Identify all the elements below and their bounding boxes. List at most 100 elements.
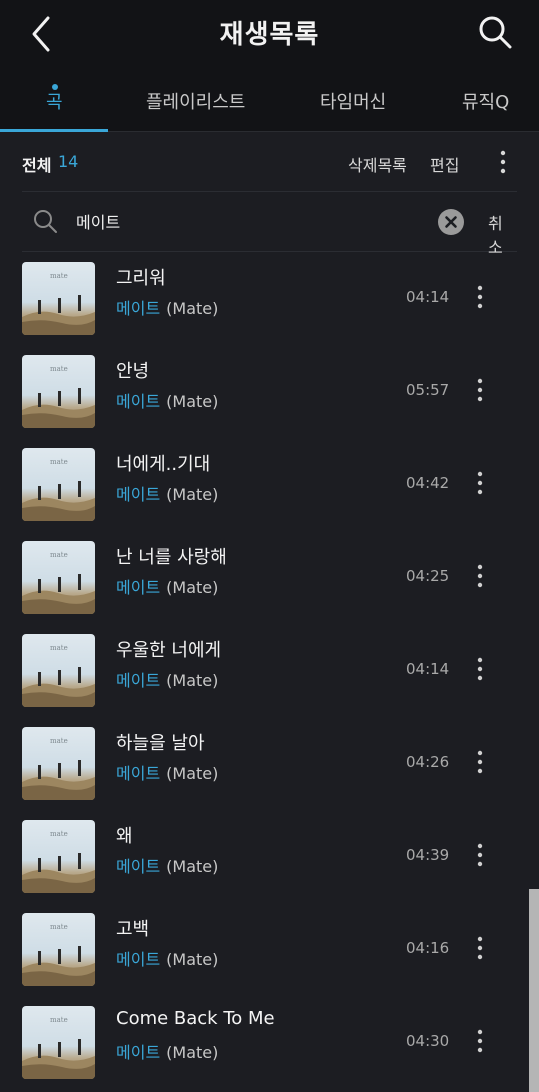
song-more-button[interactable] [472,284,488,310]
song-duration: 04:42 [406,474,450,492]
song-title: 고백 [116,919,150,940]
more-vertical-icon [477,843,483,867]
tab-playlist[interactable]: 플레이리스트 [146,88,245,114]
song-more-button[interactable] [472,656,488,682]
artist-line: 메이트 (Mate) [116,946,218,970]
song-row[interactable]: mate 고백 메이트 (Mate) 04:16 [0,903,539,996]
album-art-image: mate [22,272,95,335]
scrollbar[interactable] [529,889,539,1092]
artist-name-en: (Mate) [166,671,219,690]
tab-songs[interactable]: 곡 [46,88,63,114]
song-more-button[interactable] [472,470,488,496]
more-vertical-icon [477,750,483,774]
song-row[interactable]: mate 너에게..기대 메이트 (Mate) 04:42 [0,438,539,531]
list-toolbar: 전체 14 삭제목록 편집 [22,132,517,192]
artist-name[interactable]: 메이트 [116,764,160,783]
artist-line: 메이트 (Mate) [116,481,218,505]
edit-button[interactable]: 편집 [430,152,459,176]
more-vertical-icon [477,564,483,588]
song-row[interactable]: mate 우울한 너에게 메이트 (Mate) 04:14 [0,624,539,717]
album-art-image: mate [22,551,95,614]
clear-search-button[interactable] [438,209,464,235]
cancel-search-button[interactable]: 취소 [488,210,517,258]
song-more-button[interactable] [472,377,488,403]
artist-name-en: (Mate) [166,392,219,411]
song-row[interactable]: mate 그리워 메이트 (Mate) 04:14 [0,252,539,345]
album-art: mate [22,448,95,521]
search-icon [34,210,57,233]
more-vertical-icon [477,936,483,960]
song-more-button[interactable] [472,563,488,589]
album-art: mate [22,634,95,707]
album-art: mate [22,820,95,893]
album-art-image: mate [22,1016,95,1079]
album-art-text: mate [50,272,68,280]
song-duration: 04:14 [406,288,450,306]
song-title: 난 너를 사랑해 [116,547,227,568]
song-row[interactable]: mate 왜 메이트 (Mate) 04:39 [0,810,539,903]
song-row[interactable]: mate Come Back To Me 메이트 (Mate) 04:30 [0,996,539,1089]
page-title: 재생목록 [219,20,320,50]
song-title: 그리워 [116,268,166,289]
song-row[interactable]: mate 난 너를 사랑해 메이트 (Mate) 04:25 [0,531,539,624]
active-tab-dot [52,84,58,90]
album-art-image: mate [22,644,95,707]
album-art-text: mate [50,551,68,559]
song-duration: 04:25 [406,567,450,585]
artist-line: 메이트 (Mate) [116,1039,218,1063]
album-art: mate [22,541,95,614]
tab-musicq[interactable]: 뮤직Q [462,88,509,114]
artist-name-en: (Mate) [166,1043,219,1062]
more-vertical-icon [477,1029,483,1053]
artist-name-en: (Mate) [166,485,219,504]
album-art-image: mate [22,737,95,800]
artist-name-en: (Mate) [166,299,219,318]
artist-name-en: (Mate) [166,578,219,597]
album-art-text: mate [50,1016,68,1024]
artist-name[interactable]: 메이트 [116,1043,160,1062]
song-more-button[interactable] [472,935,488,961]
deleted-list-button[interactable]: 삭제목록 [348,152,407,176]
tab-bar: 곡 플레이리스트 타임머신 뮤직Q [0,66,539,132]
artist-name-en: (Mate) [166,950,219,969]
album-art-image: mate [22,365,95,428]
album-art: mate [22,1006,95,1079]
artist-name[interactable]: 메이트 [116,671,160,690]
artist-name[interactable]: 메이트 [116,950,160,969]
album-art: mate [22,355,95,428]
artist-line: 메이트 (Mate) [116,295,218,319]
album-art-text: mate [50,923,68,931]
more-vertical-icon [477,285,483,309]
artist-name-en: (Mate) [166,857,219,876]
artist-name[interactable]: 메이트 [116,392,160,411]
more-vertical-icon [477,378,483,402]
album-art: mate [22,262,95,335]
search-bar: 취소 [22,192,517,257]
total-count: 14 [58,152,79,171]
top-bar: 재생목록 [0,0,539,66]
artist-name[interactable]: 메이트 [116,857,160,876]
song-more-button[interactable] [472,1028,488,1054]
song-list: mate 그리워 메이트 (Mate) 04:14 mate 안녕 메이트 (Ma [0,252,539,1089]
album-art-text: mate [50,458,68,466]
more-vertical-icon [500,150,506,174]
clear-icon [445,216,457,228]
song-row[interactable]: mate 안녕 메이트 (Mate) 05:57 [0,345,539,438]
song-duration: 04:39 [406,846,450,864]
album-art-image: mate [22,830,95,893]
song-title: 하늘을 날아 [116,733,205,754]
search-button[interactable] [475,12,515,52]
tab-timemachine[interactable]: 타임머신 [320,88,386,114]
album-art-text: mate [50,644,68,652]
search-input[interactable] [76,208,416,234]
song-more-button[interactable] [472,842,488,868]
artist-line: 메이트 (Mate) [116,760,218,784]
song-row[interactable]: mate 하늘을 날아 메이트 (Mate) 04:26 [0,717,539,810]
artist-name[interactable]: 메이트 [116,485,160,504]
song-more-button[interactable] [472,749,488,775]
more-options-button[interactable] [496,150,510,174]
artist-name[interactable]: 메이트 [116,299,160,318]
artist-line: 메이트 (Mate) [116,574,218,598]
artist-name[interactable]: 메이트 [116,578,160,597]
album-art-image: mate [22,458,95,521]
